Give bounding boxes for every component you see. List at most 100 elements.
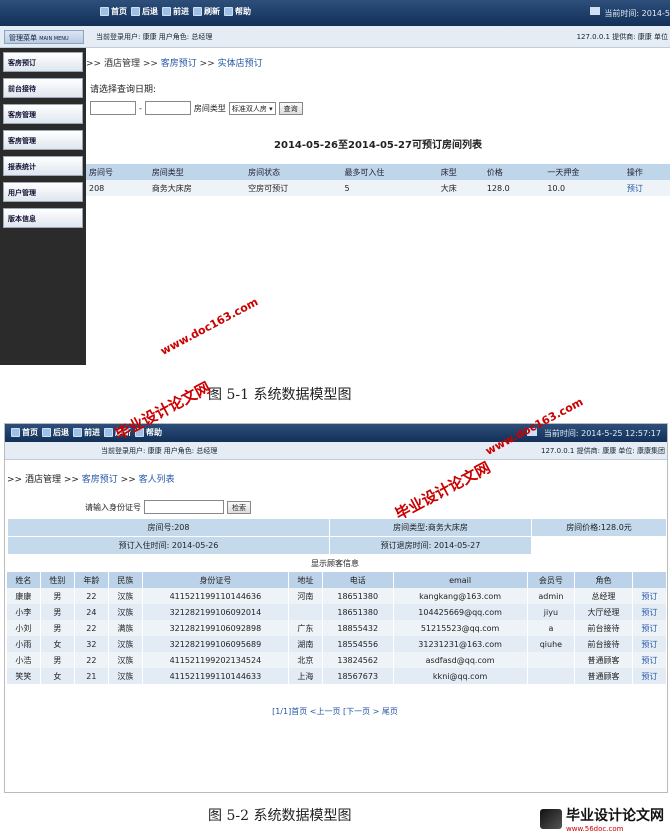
book-link[interactable]: 预订 <box>632 668 668 684</box>
header-cell: 价格 <box>483 164 545 180</box>
table-cell: 411521199110144636 <box>142 588 289 604</box>
book-link[interactable]: 预订 <box>632 652 668 668</box>
back-nav-button[interactable]: 后退 <box>42 427 69 438</box>
query-button[interactable]: 查询 <box>278 101 303 115</box>
checkout-time: 预订退房时间: 2014-05-27 <box>329 536 532 555</box>
help-icon <box>224 7 233 16</box>
breadcrumb-store-booking[interactable]: 实体店预订 <box>218 59 263 69</box>
refresh-icon <box>104 428 113 437</box>
start-date-input[interactable] <box>90 101 136 115</box>
sidebar-item-room-management[interactable]: 客房管理 <box>3 104 83 124</box>
table-cell: qiuhe <box>527 636 576 652</box>
refresh-icon <box>193 7 202 16</box>
table-cell: 321282199106095689 <box>142 636 289 652</box>
table-cell: 104425669@qq.com <box>393 604 528 620</box>
room-type-value: 标准双人房 <box>231 104 267 113</box>
table-cell: 商务大床房 <box>148 180 246 196</box>
back-icon <box>42 428 51 437</box>
table-cell: 5 <box>341 180 438 196</box>
guest-header-row: 姓名 性别 年龄 民族 身份证号 地址 电话 email 会员号 角色 <box>7 572 668 588</box>
sidebar-item-front-desk[interactable]: 前台接待 <box>3 78 83 98</box>
table-cell: 13824562 <box>322 652 394 668</box>
sidebar-item-reports[interactable]: 报表统计 <box>3 156 83 176</box>
top-toolbar: 首页 后退 前进 刷新 帮助 当前时间: 2014-5 <box>0 0 670 26</box>
back-nav-button[interactable]: 后退 <box>131 6 158 17</box>
server-info: 127.0.0.1 提供商: 康康 单位 <box>576 33 668 41</box>
table-cell <box>527 668 576 684</box>
book-link[interactable]: 预订 <box>632 620 668 636</box>
table-cell: 总经理 <box>574 588 633 604</box>
pagination[interactable]: [1/1]首页 <上一页 [下一页 > 尾页 <box>5 706 665 717</box>
available-rooms-table: 房间号 房间类型 房间状态 最多可入住 床型 价格 一天押金 操作 208 商务大床房 空房可预订… <box>86 164 670 196</box>
header-cell: 电话 <box>322 572 394 588</box>
home-icon <box>11 428 20 437</box>
guest-row: 小刘男 22 满族 321282199106092898 广东 18855432 51215… <box>7 620 668 636</box>
current-time: 当前时间: 2014-5 <box>604 9 670 18</box>
refresh-nav-button[interactable]: 刷新 <box>193 6 220 17</box>
table-cell: 男 <box>40 588 75 604</box>
table-header-row: 房间号 房间类型 房间状态 最多可入住 床型 价格 一天押金 操作 <box>86 164 670 180</box>
table-cell: 满族 <box>108 620 143 636</box>
table-cell: 小刘 <box>7 620 41 636</box>
breadcrumb-guest-list[interactable]: 客人列表 <box>139 475 175 485</box>
id-number-input[interactable] <box>144 500 224 514</box>
table-cell: 北京 <box>288 652 323 668</box>
table-cell: 22 <box>74 588 109 604</box>
sidebar-item-version[interactable]: 版本信息 <box>3 208 83 228</box>
table-cell: 18554556 <box>322 636 394 652</box>
book-link[interactable]: 预订 <box>632 588 668 604</box>
table-cell: 小浩 <box>7 652 41 668</box>
search-button[interactable]: 检索 <box>227 500 251 514</box>
sidebar-item-user-management[interactable]: 用户管理 <box>3 182 83 202</box>
monitor-icon <box>590 7 600 15</box>
query-date-label: 请选择查询日期: <box>90 85 157 95</box>
sidebar: 客房预订 前台接待 客房管理 客房管理 报表统计 用户管理 版本信息 <box>0 48 86 365</box>
table-cell: 411521199110144633 <box>142 668 289 684</box>
table-cell: 321282199106092014 <box>142 604 289 620</box>
table-cell: a <box>527 620 576 636</box>
header-cell: 民族 <box>108 572 143 588</box>
table-cell: 18567673 <box>322 668 394 684</box>
room-type-label: 房间类型 <box>193 103 226 113</box>
table-cell: 10.0 <box>544 180 624 196</box>
end-date-input[interactable] <box>144 101 191 115</box>
breadcrumb-room-booking[interactable]: 客房预订 <box>82 475 118 485</box>
table-cell: 22 <box>74 652 109 668</box>
back-icon <box>131 7 140 16</box>
checkin-time: 预订入住时间: 2014-05-26 <box>7 536 330 555</box>
guest-table: 姓名 性别 年龄 民族 身份证号 地址 电话 email 会员号 角色 康康男 22 汉族 4115211… <box>7 572 668 684</box>
menu-title: 管理菜单 MAIN MENU <box>4 30 84 44</box>
header-cell: 角色 <box>574 572 633 588</box>
sidebar-item-room-booking[interactable]: 客房预订 <box>3 52 83 72</box>
breadcrumb-room-booking[interactable]: 客房预订 <box>161 59 197 69</box>
empty-cell <box>531 536 667 555</box>
sidebar-item-room-management-2[interactable]: 客房管理 <box>3 130 83 150</box>
screenshot-room-booking: 首页 后退 前进 刷新 帮助 当前时间: 2014-5 管理菜单 MAIN ME… <box>0 0 670 365</box>
table-cell: 小李 <box>7 604 41 620</box>
book-link[interactable]: 预订 <box>632 604 668 620</box>
book-link[interactable]: 预订 <box>623 180 670 196</box>
table-cell: 普通顾客 <box>574 652 633 668</box>
header-cell: 性别 <box>40 572 75 588</box>
home-nav-button[interactable]: 首页 <box>100 6 127 17</box>
home-nav-button[interactable]: 首页 <box>11 427 38 438</box>
available-rooms-title: 2014-05-26至2014-05-27可预订房间列表 <box>274 140 482 151</box>
table-cell: 康康 <box>7 588 41 604</box>
book-link[interactable]: 预订 <box>632 636 668 652</box>
header-cell: 房间号 <box>86 164 149 180</box>
forward-nav-button[interactable]: 前进 <box>73 427 100 438</box>
logo-mark-icon <box>540 809 562 829</box>
help-nav-button[interactable]: 帮助 <box>224 6 251 17</box>
table-cell: 空房可预订 <box>245 180 342 196</box>
header-cell: 身份证号 <box>142 572 289 588</box>
table-cell: 208 <box>86 180 149 196</box>
table-cell: 上海 <box>288 668 323 684</box>
guest-row: 小李男 24 汉族 321282199106092014 18651380 1044256… <box>7 604 668 620</box>
table-cell: 18651380 <box>322 604 394 620</box>
room-type-select[interactable]: 标准双人房 ▾ <box>228 101 276 115</box>
forward-nav-button[interactable]: 前进 <box>162 6 189 17</box>
header-cell: 床型 <box>437 164 484 180</box>
top-toolbar: 首页 后退 前进 刷新 帮助 当前时间: 2014-5-25 12:57:17 <box>5 424 667 442</box>
table-row: 208 商务大床房 空房可预订 5 大床 128.0 10.0 预订 <box>86 180 670 196</box>
table-cell: 24 <box>74 604 109 620</box>
